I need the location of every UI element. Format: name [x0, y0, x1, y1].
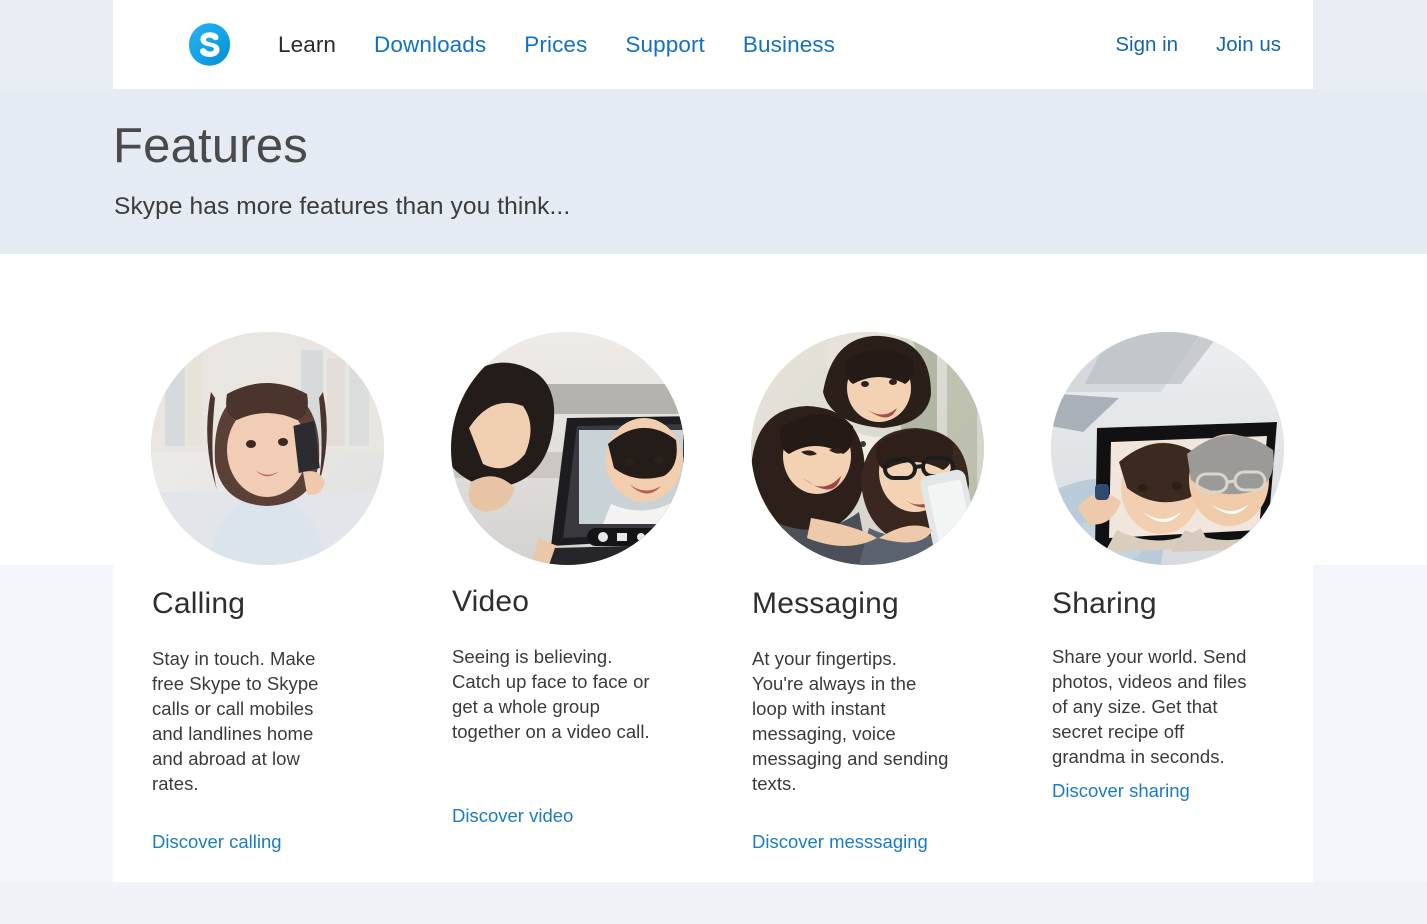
nav-item-prices[interactable]: Prices	[524, 32, 587, 58]
discover-calling-link[interactable]: Discover calling	[152, 831, 282, 853]
primary-nav: Learn Downloads Prices Support Business	[278, 32, 835, 58]
nav-item-business[interactable]: Business	[743, 32, 835, 58]
feature-title-calling: Calling	[152, 587, 246, 620]
nav-item-support[interactable]: Support	[625, 32, 705, 58]
skype-logo-link[interactable]	[186, 21, 233, 68]
video-call-laptop-photo	[451, 332, 684, 565]
feature-card-calling[interactable]: Calling Stay in touch. Make free Skype t…	[151, 254, 451, 882]
header-account-links: Sign in Join us	[1115, 33, 1281, 57]
woman-on-phone-photo	[151, 332, 384, 565]
feature-body-calling: Stay in touch. Make free Skype to Skype …	[152, 648, 319, 794]
feature-body-video: Seeing is believing. Catch up face to fa…	[452, 646, 650, 742]
nav-item-learn[interactable]: Learn	[278, 32, 336, 58]
skype-logo-icon	[186, 21, 233, 68]
friends-with-smartphone-photo	[751, 332, 984, 565]
feature-title-messaging: Messaging	[752, 587, 899, 620]
feature-title-sharing: Sharing	[1052, 587, 1157, 620]
page-subtitle: Skype has more features than you think..…	[114, 193, 571, 220]
page-bottom-band	[0, 882, 1427, 924]
feature-title-video: Video	[452, 585, 530, 618]
hero-inner: Features Skype has more features than yo…	[113, 89, 1313, 254]
feature-body-messaging: At your fingertips. You're always in the…	[752, 648, 949, 794]
page-title: Features	[113, 119, 308, 173]
tablet-family-photo-photo	[1051, 332, 1284, 565]
feature-card-video[interactable]: Video Seeing is believing. Catch up face…	[451, 254, 751, 882]
hero-band: Features Skype has more features than yo…	[0, 89, 1427, 254]
features-grid: Calling Stay in touch. Make free Skype t…	[113, 254, 1313, 882]
site-header: Learn Downloads Prices Support Business …	[113, 0, 1313, 89]
discover-sharing-link[interactable]: Discover sharing	[1052, 780, 1190, 802]
discover-messaging-link[interactable]: Discover messsaging	[752, 831, 928, 853]
discover-video-link[interactable]: Discover video	[452, 805, 573, 827]
feature-card-sharing[interactable]: Sharing Share your world. Send photos, v…	[1051, 254, 1351, 882]
join-us-link[interactable]: Join us	[1216, 33, 1281, 57]
sign-in-link[interactable]: Sign in	[1115, 33, 1178, 57]
feature-body-sharing: Share your world. Send photos, videos an…	[1052, 646, 1247, 767]
feature-card-messaging[interactable]: Messaging At your fingertips. You're alw…	[751, 254, 1051, 882]
nav-item-downloads[interactable]: Downloads	[374, 32, 486, 58]
page-root: Learn Downloads Prices Support Business …	[0, 0, 1427, 924]
